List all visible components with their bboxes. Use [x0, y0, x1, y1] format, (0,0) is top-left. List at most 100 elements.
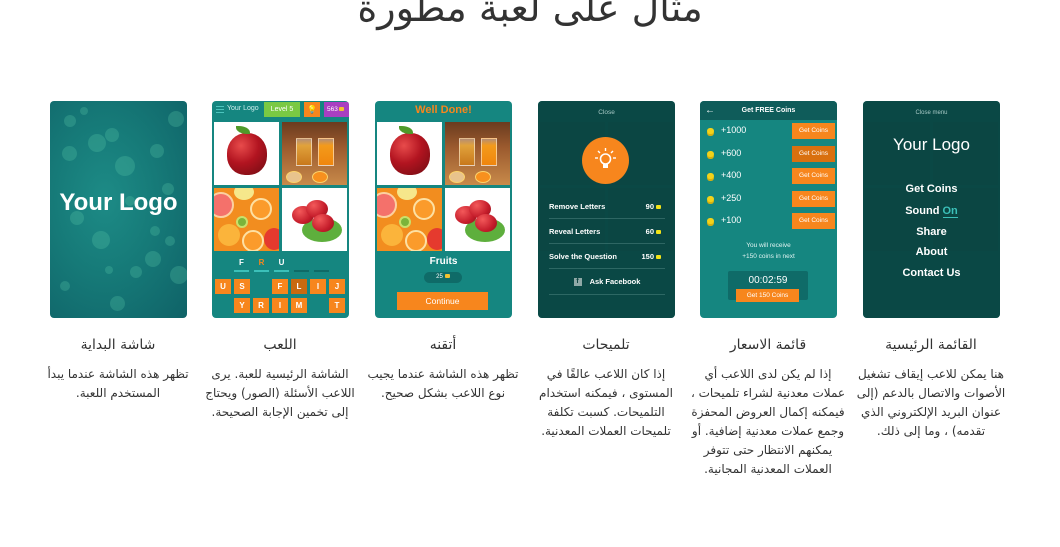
- coin-icon: [656, 255, 661, 260]
- picture-citrus: [214, 188, 279, 251]
- answer-slot[interactable]: R: [254, 258, 269, 272]
- menu-logo: Your Logo: [893, 135, 970, 154]
- get-coins-button[interactable]: Get Coins: [792, 213, 835, 229]
- coin-icon: [444, 274, 450, 278]
- store-title: Get FREE Coins: [741, 107, 796, 114]
- topbar-logo: Your Logo: [227, 105, 259, 112]
- answer-slot[interactable]: F: [234, 258, 249, 272]
- coins-counter[interactable]: 563: [324, 102, 349, 117]
- coin-offer: +250 Get Coins: [700, 190, 837, 209]
- get-coins-button[interactable]: Get Coins: [792, 123, 835, 139]
- offer-amount: +100: [721, 215, 742, 225]
- level-badge: Level 5: [264, 102, 300, 117]
- screen-description: إذا كان اللاعب عالقًا في المستوى ، فيمكن…: [539, 367, 673, 438]
- letter-key[interactable]: Y: [234, 298, 250, 313]
- letter-key[interactable]: M: [291, 298, 307, 313]
- screen-caption: شاشة البداية: [80, 337, 156, 353]
- gameplay-screenshot[interactable]: Your Logo Level 5 💡 563 F R U U S F L I …: [212, 101, 349, 318]
- letter-key[interactable]: S: [234, 279, 250, 294]
- screen-caption: أتقنه: [429, 337, 457, 353]
- coin-offer: +400 Get Coins: [700, 167, 837, 186]
- close-menu-button[interactable]: Close menu: [863, 110, 1000, 116]
- continue-button[interactable]: Continue: [397, 292, 488, 310]
- letter-key[interactable]: U: [215, 279, 231, 294]
- ask-facebook-label: Ask Facebook: [589, 277, 641, 286]
- menu-item-about[interactable]: About: [863, 246, 1000, 258]
- hint-name: Remove Letters: [549, 202, 606, 211]
- back-arrow-icon[interactable]: ←: [705, 101, 715, 120]
- offer-amount: +250: [721, 193, 742, 203]
- hint-price: 150: [641, 252, 661, 261]
- letter-key[interactable]: J: [329, 279, 345, 294]
- get-coins-button[interactable]: Get Coins: [792, 168, 835, 184]
- offer-amount: +400: [721, 170, 742, 180]
- page-title: مثال على لعبة مطورة: [357, 0, 703, 30]
- screen-caption: قائمة الاسعار: [729, 337, 807, 353]
- coins-store-screenshot[interactable]: ← Get FREE Coins +1000 Get Coins +600 Ge…: [700, 101, 837, 318]
- screen-description: إذا لم يكن لدى اللاعب أي عملات معدنية لش…: [690, 367, 846, 476]
- menu-item-share[interactable]: Share: [863, 226, 1000, 238]
- menu-item-get-coins[interactable]: Get Coins: [863, 183, 1000, 195]
- picture-juice: [445, 122, 510, 185]
- splash-screenshot[interactable]: Your Logo: [50, 101, 187, 318]
- letter-key[interactable]: T: [329, 298, 345, 313]
- countdown-timer: 00:02:59: [748, 275, 788, 286]
- letter-key[interactable]: R: [253, 298, 269, 313]
- picture-strawberries: [445, 188, 510, 251]
- hint-option[interactable]: Remove Letters 90: [549, 195, 665, 219]
- ask-facebook-button[interactable]: f Ask Facebook: [549, 273, 665, 295]
- hint-price: 60: [646, 227, 661, 236]
- solved-word: Fruits: [429, 256, 458, 267]
- notice-line: +150 coins in next: [742, 253, 795, 260]
- price-value: 90: [645, 202, 654, 211]
- coin-stack-icon: [707, 128, 714, 134]
- letter-key[interactable]: I: [310, 279, 326, 294]
- offer-amount: +600: [721, 148, 742, 158]
- letter-key[interactable]: I: [272, 298, 288, 313]
- coin-offer: +1000 Get Coins: [700, 122, 837, 141]
- main-menu-screenshot[interactable]: Close menu Your Logo Get Coins Sound On …: [863, 101, 1000, 318]
- letter-key[interactable]: L: [291, 279, 307, 294]
- letter-keyboard: U S F L I J Y R I M T: [214, 279, 347, 317]
- picture-strawberries: [282, 188, 347, 251]
- lightbulb-icon[interactable]: 💡: [304, 102, 320, 117]
- sound-toggle[interactable]: On: [942, 205, 958, 218]
- splash-logo: Your Logo: [59, 189, 178, 216]
- picture-citrus: [377, 188, 442, 251]
- store-header: ← Get FREE Coins: [700, 101, 837, 120]
- hint-name: Reveal Letters: [549, 227, 601, 236]
- hint-option[interactable]: Solve the Question 150: [549, 245, 665, 269]
- answer-slot[interactable]: [294, 258, 309, 272]
- price-value: 60: [645, 227, 654, 236]
- picture-juice: [282, 122, 347, 185]
- menu-item-contact-us[interactable]: Contact Us: [863, 267, 1000, 279]
- offer-amount: +1000: [721, 125, 747, 135]
- free-coins-notice: You will receive +150 coins in next: [700, 240, 837, 262]
- hint-option[interactable]: Reveal Letters 60: [549, 220, 665, 244]
- answer-slot[interactable]: [314, 258, 329, 272]
- reward-value: 25: [436, 274, 443, 280]
- picture-apple: [214, 122, 279, 185]
- screen-caption: القائمة الرئيسية: [885, 337, 977, 353]
- menu-item-sound[interactable]: Sound On: [863, 205, 1000, 218]
- coin-offer: +600 Get Coins: [700, 145, 837, 164]
- hamburger-menu-icon[interactable]: [216, 106, 224, 113]
- answer-slot[interactable]: U: [274, 258, 289, 272]
- get-150-coins-button[interactable]: Get 150 Coins: [736, 289, 799, 302]
- letter-key[interactable]: F: [272, 279, 288, 294]
- screen-description: تظهر هذه الشاشة عندما يبدأ المستخدم اللع…: [47, 367, 189, 400]
- game-topbar: Your Logo Level 5 💡 563: [212, 101, 349, 119]
- hint-name: Solve the Question: [549, 252, 617, 261]
- picture-apple: [377, 122, 442, 185]
- well-done-screenshot[interactable]: Well Done! Fruits 25 Continue: [375, 101, 512, 318]
- well-done-title: Well Done!: [415, 104, 472, 116]
- coin-stack-icon: [707, 173, 714, 179]
- screen-caption: تلميحات: [582, 337, 630, 353]
- get-coins-button[interactable]: Get Coins: [792, 146, 835, 162]
- get-coins-button[interactable]: Get Coins: [792, 191, 835, 207]
- coin-icon: [656, 230, 661, 235]
- coin-icon: [656, 205, 661, 210]
- close-button[interactable]: Close: [538, 109, 675, 116]
- hints-screenshot[interactable]: Close Remove Letters 90 Reveal Letters 6…: [538, 101, 675, 318]
- hint-price: 90: [646, 202, 661, 211]
